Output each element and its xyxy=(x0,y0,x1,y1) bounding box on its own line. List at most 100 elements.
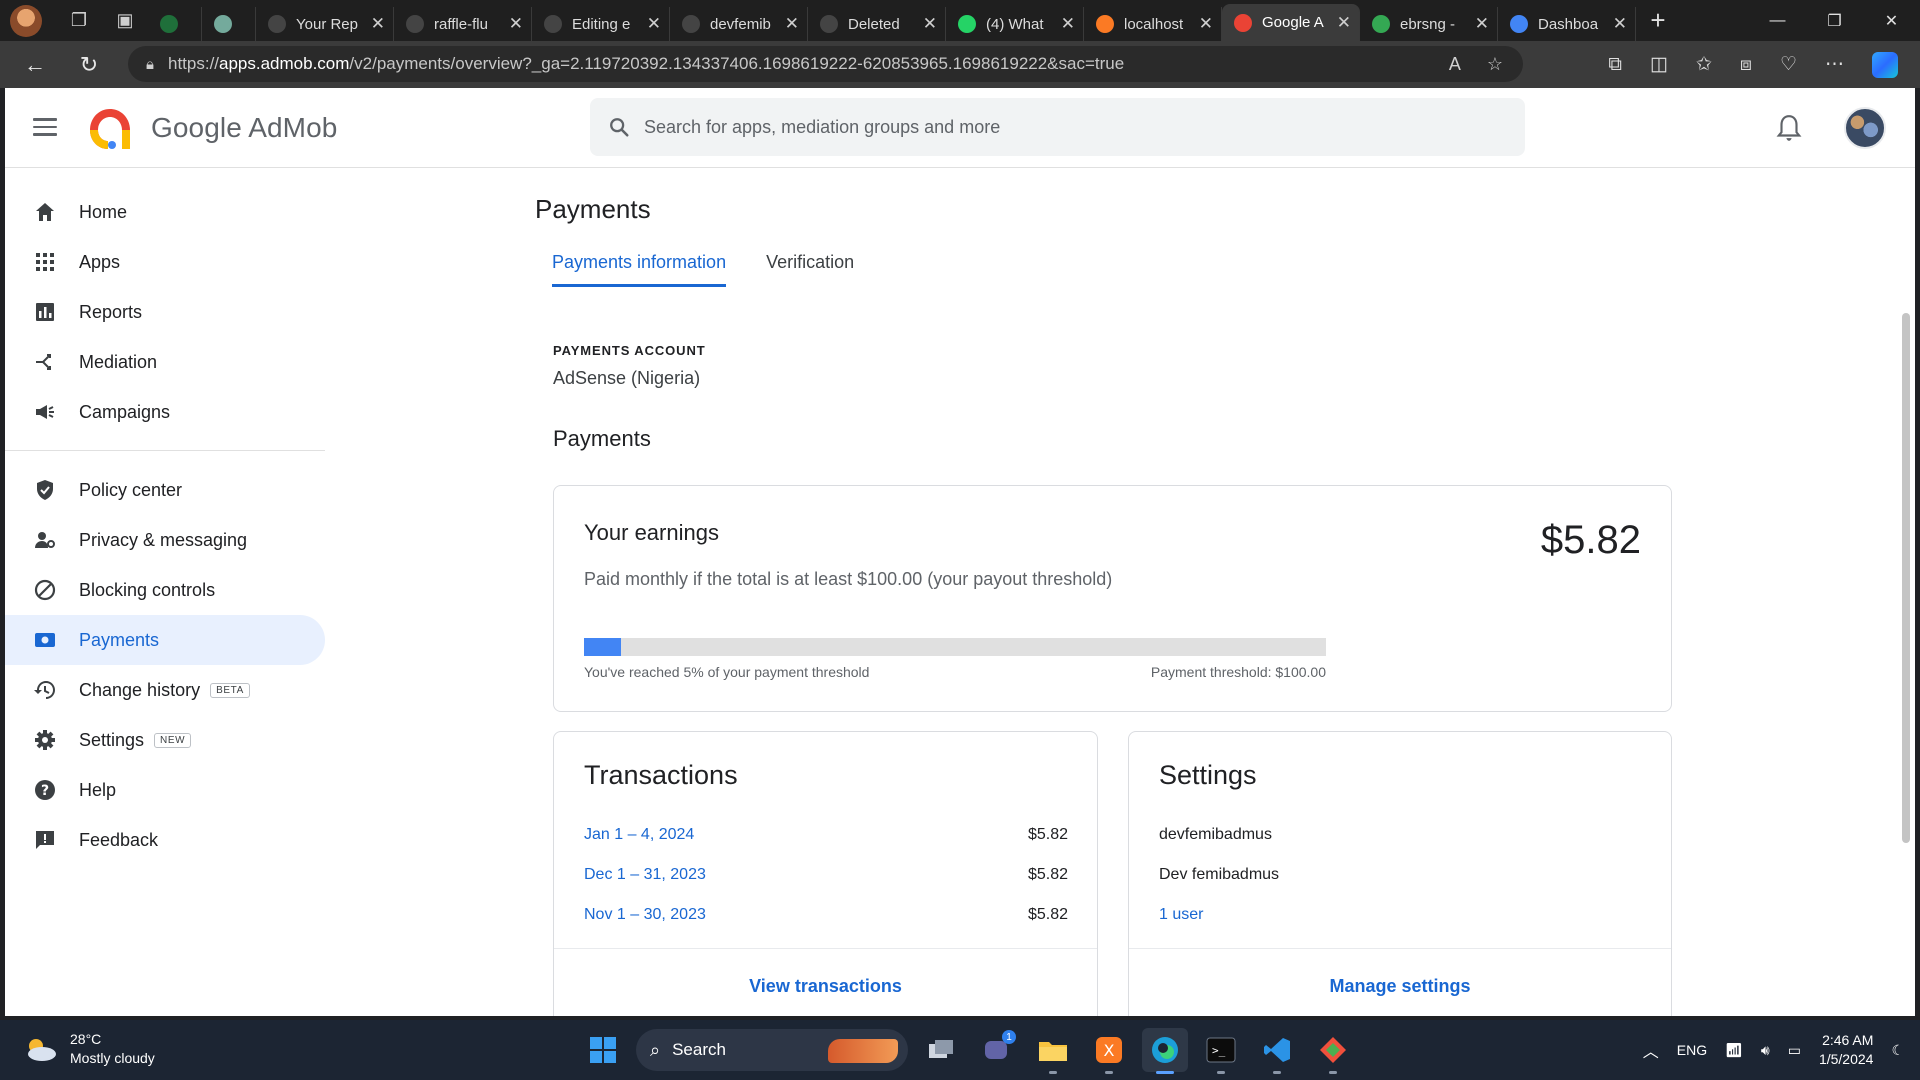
sidebar-item-policy-center[interactable]: Policy center xyxy=(5,465,325,515)
browser-tab[interactable]: Editing e ✕ xyxy=(532,7,670,41)
browser-profile-avatar[interactable] xyxy=(10,4,42,37)
browser-tab[interactable] xyxy=(148,7,202,41)
battery-icon[interactable]: ▭ xyxy=(1788,1042,1801,1059)
restore-button[interactable]: ❐ xyxy=(1806,0,1863,41)
sidebar-item-settings[interactable]: Settings NEW xyxy=(5,715,325,765)
close-tab-icon[interactable]: ✕ xyxy=(647,14,661,34)
svg-text:X: X xyxy=(1104,1041,1115,1060)
transaction-date-link[interactable]: Dec 1 – 31, 2023 xyxy=(584,866,706,890)
browser-tab[interactable]: (4) What ✕ xyxy=(946,7,1084,41)
read-aloud-icon[interactable]: A xyxy=(1449,54,1461,75)
split-screen-icon[interactable]: ◫ xyxy=(1650,53,1668,76)
sidebar-item-privacy-messaging[interactable]: Privacy & messaging xyxy=(5,515,325,565)
taskbar-search-label: Search xyxy=(672,1040,726,1059)
new-tab-button[interactable]: + xyxy=(1636,0,1680,41)
manage-settings-button[interactable]: Manage settings xyxy=(1129,976,1671,997)
close-tab-icon[interactable]: ✕ xyxy=(1061,14,1075,34)
input-language[interactable]: ENG xyxy=(1677,1042,1707,1058)
brand-title: Google AdMob xyxy=(151,112,338,143)
sidebar-item-campaigns[interactable]: Campaigns xyxy=(5,387,325,437)
sidebar-item-change-history[interactable]: Change history BETA xyxy=(5,665,325,715)
back-button[interactable]: ← xyxy=(8,45,62,85)
close-tab-icon[interactable]: ✕ xyxy=(923,14,937,34)
sidebar-item-help[interactable]: ? Help xyxy=(5,765,325,815)
close-tab-icon[interactable]: ✕ xyxy=(1475,14,1489,34)
search-input[interactable] xyxy=(644,116,1444,138)
show-hidden-icons-chevron-icon[interactable]: ︿ xyxy=(1643,1038,1659,1062)
url-field[interactable]: 🔒︎ https://apps.admob.com/v2/payments/ov… xyxy=(128,46,1523,82)
close-window-button[interactable]: ✕ xyxy=(1863,0,1920,41)
vscode-icon[interactable] xyxy=(1254,1028,1300,1074)
browser-tab[interactable]: ebrsng - ✕ xyxy=(1360,7,1498,41)
close-tab-icon[interactable]: ✕ xyxy=(1199,14,1213,34)
browser-tab-label: Editing e xyxy=(572,15,631,33)
edge-browser-icon[interactable] xyxy=(1142,1028,1188,1074)
sidebar-item-payments[interactable]: Payments xyxy=(5,615,325,665)
tab-actions-icon[interactable]: ▣ xyxy=(102,0,148,41)
close-tab-icon[interactable]: ✕ xyxy=(371,14,385,34)
start-button[interactable] xyxy=(580,1028,626,1072)
browser-tab[interactable]: Your Rep ✕ xyxy=(256,7,394,41)
task-view-icon[interactable] xyxy=(918,1028,964,1072)
terminal-icon[interactable]: >_ xyxy=(1198,1028,1244,1074)
main-menu-icon[interactable] xyxy=(33,118,57,136)
extensions-icon[interactable]: ⧉ xyxy=(1608,54,1622,76)
close-tab-icon[interactable]: ✕ xyxy=(1337,13,1351,33)
notifications-bell-icon[interactable] xyxy=(1776,113,1802,143)
window-controls: — ❐ ✕ xyxy=(1749,0,1920,41)
running-indicator xyxy=(1105,1071,1113,1074)
tab-payments-information[interactable]: Payments information xyxy=(552,252,727,287)
page-scrollbar[interactable] xyxy=(1902,313,1910,843)
payments-section-title: Payments xyxy=(553,426,651,451)
favorites-icon[interactable]: ✩ xyxy=(1696,53,1712,76)
reload-button[interactable]: ↻ xyxy=(62,45,116,85)
browser-essentials-icon[interactable]: ♡ xyxy=(1780,53,1797,76)
taskbar-clock[interactable]: 2:46 AM 1/5/2024 xyxy=(1819,1031,1874,1069)
settings-users-link[interactable]: 1 user xyxy=(1159,906,1203,924)
xampp-icon[interactable]: X xyxy=(1086,1028,1132,1074)
collections-icon[interactable]: ⧈ xyxy=(1740,54,1752,76)
browser-tab[interactable]: Google A ✕ xyxy=(1222,4,1360,41)
browser-tab[interactable]: localhost ✕ xyxy=(1084,7,1222,41)
transaction-date-link[interactable]: Jan 1 – 4, 2024 xyxy=(584,826,694,850)
browser-tab[interactable] xyxy=(202,7,256,41)
clock-date: 1/5/2024 xyxy=(1818,1051,1874,1067)
wifi-icon[interactable]: 📶︎ xyxy=(1725,1042,1743,1059)
workspaces-icon[interactable]: ❐ xyxy=(56,0,102,41)
sidebar-item-blocking-controls[interactable]: Blocking controls xyxy=(5,565,325,615)
weather-widget[interactable]: 28°C Mostly cloudy xyxy=(22,1030,155,1068)
sidebar-item-apps[interactable]: Apps xyxy=(5,237,325,287)
sidebar-item-label: Apps xyxy=(79,251,121,272)
settings-publisher-id: devfemibadmus xyxy=(1159,826,1272,843)
browser-tab[interactable]: Dashboa ✕ xyxy=(1498,7,1636,41)
git-tool-icon[interactable] xyxy=(1310,1028,1356,1074)
browser-tab[interactable]: Deleted ✕ xyxy=(808,7,946,41)
copilot-icon[interactable] xyxy=(1872,51,1898,78)
close-tab-icon[interactable]: ✕ xyxy=(1613,14,1627,34)
file-explorer-icon[interactable] xyxy=(1030,1028,1076,1074)
close-tab-icon[interactable]: ✕ xyxy=(785,14,799,34)
taskbar-search[interactable]: ⌕ Search xyxy=(636,1029,908,1071)
sidebar-item-mediation[interactable]: Mediation xyxy=(5,337,325,387)
minimize-button[interactable]: — xyxy=(1749,0,1806,41)
sidebar-item-label: Privacy & messaging xyxy=(79,529,248,550)
running-indicator xyxy=(1049,1071,1057,1074)
sidebar-item-feedback[interactable]: Feedback xyxy=(5,815,325,865)
close-tab-icon[interactable]: ✕ xyxy=(509,14,523,34)
url-prefix: https:// xyxy=(167,54,220,73)
tab-verification[interactable]: Verification xyxy=(766,252,854,287)
sidebar-item-home[interactable]: Home xyxy=(5,187,325,237)
teams-chat-icon[interactable]: 1 xyxy=(974,1028,1020,1072)
sidebar-item-label: Change history xyxy=(79,679,201,700)
search-bar[interactable] xyxy=(590,98,1525,156)
browser-tab[interactable]: raffle-flu ✕ xyxy=(394,7,532,41)
volume-icon[interactable]: 🔊︎ xyxy=(1761,1042,1770,1059)
more-menu-icon[interactable]: ⋯ xyxy=(1825,53,1844,76)
view-transactions-button[interactable]: View transactions xyxy=(554,976,1097,997)
sidebar-item-reports[interactable]: Reports xyxy=(5,287,325,337)
notification-center-icon[interactable]: ☾ xyxy=(1891,1042,1904,1059)
browser-tab[interactable]: devfemib ✕ xyxy=(670,7,808,41)
user-avatar[interactable] xyxy=(1844,107,1886,149)
transaction-date-link[interactable]: Nov 1 – 30, 2023 xyxy=(584,906,706,930)
favorite-star-icon[interactable]: ☆ xyxy=(1487,54,1503,75)
